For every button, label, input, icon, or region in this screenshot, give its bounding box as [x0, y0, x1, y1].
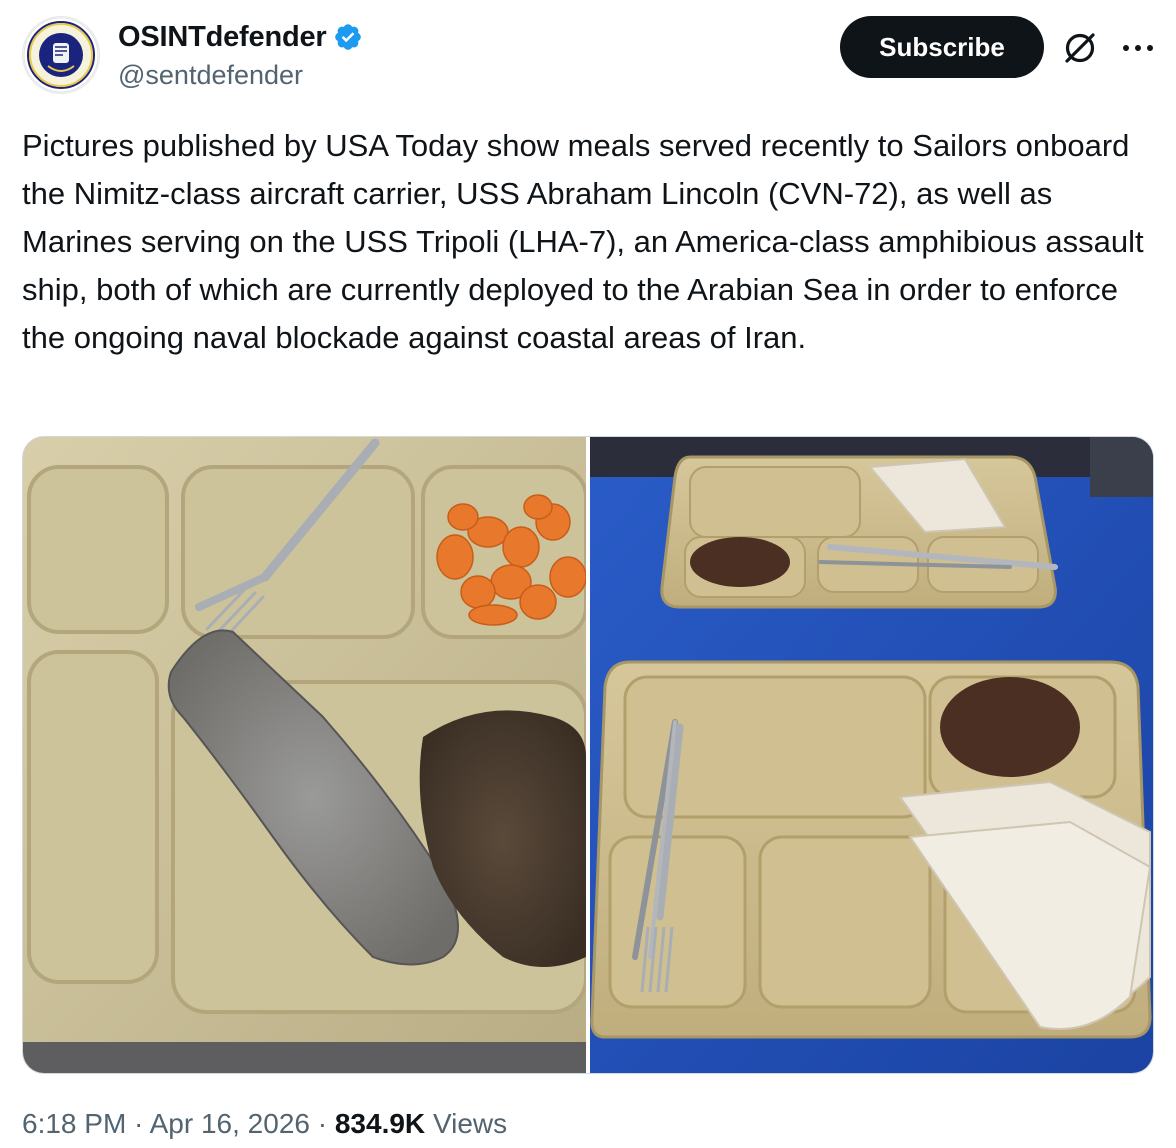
photo-1[interactable]	[23, 437, 586, 1073]
tweet-date[interactable]: Apr 16, 2026	[150, 1108, 310, 1139]
tweet-time[interactable]: 6:18 PM	[22, 1108, 126, 1139]
avatar[interactable]	[22, 16, 100, 94]
views-count: 834.9K	[334, 1108, 426, 1139]
media-grid	[22, 436, 1154, 1074]
author-handle[interactable]: @sentdefender	[118, 60, 363, 91]
author-block: OSINTdefender @sentdefender	[118, 18, 363, 91]
tweet-header: OSINTdefender @sentdefender Subscribe	[22, 16, 1158, 96]
photo-2[interactable]	[590, 437, 1153, 1073]
tweet-footer: 6:18 PM · Apr 16, 2026 · 834.9K Views	[22, 1108, 507, 1140]
grok-icon[interactable]	[1060, 28, 1100, 68]
footer-separator: ·	[126, 1108, 150, 1139]
more-options-icon[interactable]	[1118, 28, 1158, 68]
footer-separator-2: ·	[309, 1108, 335, 1139]
display-name[interactable]: OSINTdefender	[118, 21, 327, 54]
subscribe-button[interactable]: Subscribe	[840, 16, 1044, 78]
tweet-text: Pictures published by USA Today show mea…	[22, 128, 1153, 355]
views-label: Views	[432, 1108, 508, 1139]
verified-badge-icon	[333, 22, 363, 52]
